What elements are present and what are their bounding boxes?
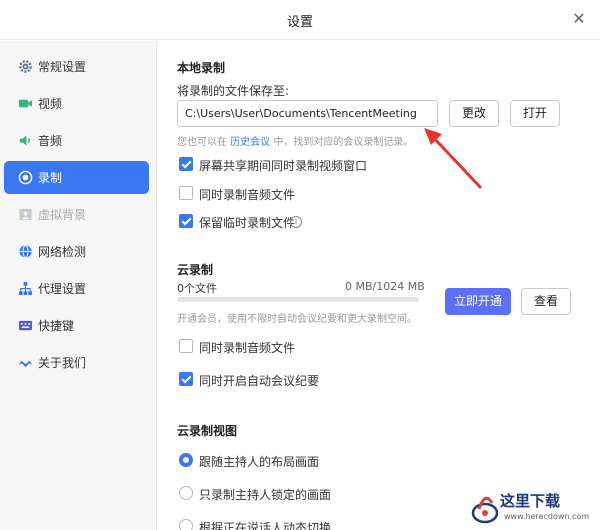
annotation-arrow xyxy=(424,128,483,190)
watermark-logo-icon xyxy=(471,496,499,524)
site-watermark: 这里下载 www.herecdown.com xyxy=(470,487,598,527)
watermark-url: www.herecdown.com xyxy=(504,512,590,521)
watermark-text: 这里下载 xyxy=(500,492,561,510)
